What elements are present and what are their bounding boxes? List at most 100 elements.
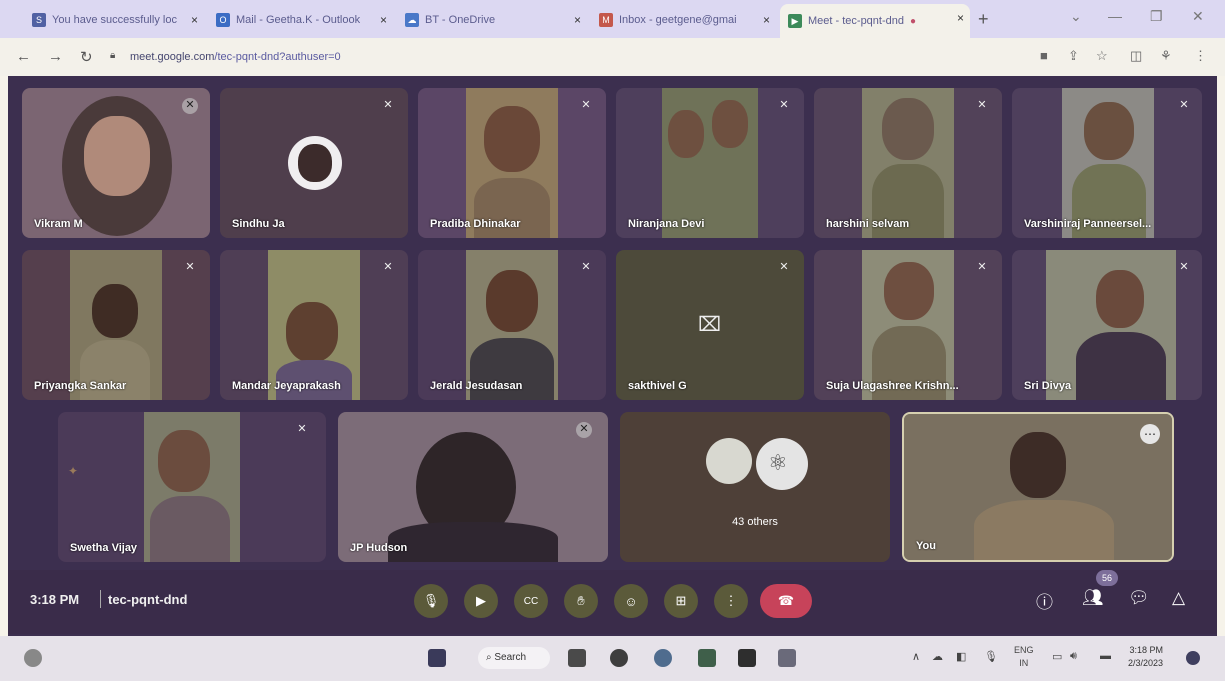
system-clock[interactable]: 3:18 PM 2/3/2023: [1128, 644, 1163, 670]
participant-tile[interactable]: ✕ Jerald Jesudasan: [418, 250, 606, 400]
extensions-icon[interactable]: ⚘: [1160, 48, 1172, 64]
participant-tile[interactable]: ✕ JP Hudson: [338, 412, 608, 562]
participant-tile[interactable]: ✕ Vikram M: [22, 88, 210, 238]
teams-tray-icon[interactable]: ◧: [956, 650, 966, 663]
emoji-icon[interactable]: ☺: [614, 584, 648, 618]
clock-time: 3:18 PM: [1129, 645, 1164, 655]
participant-tile[interactable]: ✕ Varshiniraj Panneersel...: [1012, 88, 1202, 238]
tab-title: Mail - Geetha.K - Outlook: [236, 14, 361, 26]
camera-icon[interactable]: ▶: [464, 584, 498, 618]
tab-close-icon[interactable]: ×: [191, 13, 198, 27]
tab-onedrive[interactable]: ☁ BT - OneDrive ×: [397, 6, 587, 34]
chat-app-icon[interactable]: [610, 649, 628, 667]
forward-icon[interactable]: →: [48, 48, 63, 65]
muted-mic-icon: ✕: [1179, 99, 1189, 111]
camera-off-icon: ⌧: [698, 314, 722, 336]
participant-tile[interactable]: ✕ Niranjana Devi: [616, 88, 804, 238]
language-indicator[interactable]: ENG IN: [1014, 644, 1034, 670]
search-box[interactable]: ⌕ Search: [478, 647, 550, 669]
word-icon[interactable]: [778, 649, 796, 667]
share-icon[interactable]: ⇪: [1068, 48, 1079, 64]
participant-tile[interactable]: ✕ Suja Ulagashree Krishn...: [814, 250, 1002, 400]
battery-icon[interactable]: ▬: [1100, 650, 1111, 662]
present-screen-icon[interactable]: ⊞: [664, 584, 698, 618]
people-icon[interactable]: 👥︎: [1082, 588, 1104, 608]
lock-icon[interactable]: 🔒︎: [110, 50, 115, 61]
show-hidden-icons-icon[interactable]: ∧: [912, 650, 920, 663]
participant-tile[interactable]: ✕ Priyangka Sankar: [22, 250, 210, 400]
tab-meet[interactable]: ▶ Meet - tec-pqnt-dnd ● ×: [780, 4, 970, 38]
participant-tile[interactable]: ⌧ ✕ sakthivel G: [616, 250, 804, 400]
tab-close-icon[interactable]: ×: [380, 13, 387, 27]
browser-menu-icon[interactable]: ⋮: [1194, 48, 1207, 64]
others-tile[interactable]: ⚛ 43 others: [620, 412, 890, 562]
tab-outlook[interactable]: O Mail - Geetha.K - Outlook ×: [208, 6, 393, 34]
muted-mic-icon: ✕: [779, 99, 789, 111]
participant-tile[interactable]: ✕ Sindhu Ja: [220, 88, 408, 238]
minimize-icon[interactable]: —: [1108, 8, 1122, 24]
leave-call-button[interactable]: ☎: [760, 584, 812, 618]
participant-tile[interactable]: ✕ Sri Divya: [1012, 250, 1202, 400]
participant-tile[interactable]: ✕ harshini selvam: [814, 88, 1002, 238]
participant-body: [974, 500, 1114, 560]
participant-tile[interactable]: ✦ ✕ Swetha Vijay: [58, 412, 326, 562]
maximize-icon[interactable]: ❐: [1150, 8, 1163, 25]
mic-tray-icon[interactable]: 🎙︎: [984, 650, 998, 663]
participant-face: [84, 116, 150, 196]
region-code: IN: [1019, 658, 1029, 668]
tab-login[interactable]: S You have successfully loc ×: [24, 6, 204, 34]
participant-name: Varshiniraj Panneersel...: [1024, 218, 1152, 230]
avatar: [706, 438, 752, 484]
clock-date: 2/3/2023: [1128, 658, 1164, 668]
tab-gmail[interactable]: M Inbox - geetgene@gmai ×: [591, 6, 776, 34]
participant-tile[interactable]: ✕ Pradiba Dhinakar: [418, 88, 606, 238]
start-icon[interactable]: [428, 649, 446, 667]
notification-icon[interactable]: [1186, 651, 1200, 665]
more-options-icon[interactable]: ⋮: [714, 584, 748, 618]
volume-icon[interactable]: 🔊︎: [1070, 650, 1077, 663]
tab-close-icon[interactable]: ×: [957, 11, 964, 25]
meeting-info-icon[interactable]: ⓘ: [1036, 588, 1053, 613]
participant-tile[interactable]: ✕ Mandar Jeyaprakash: [220, 250, 408, 400]
participant-name: Sindhu Ja: [232, 218, 285, 230]
avatar-face: [298, 144, 332, 182]
muted-mic-icon: ✕: [977, 261, 987, 273]
muted-mic-icon: ✕: [1179, 261, 1189, 273]
close-window-icon[interactable]: ✕: [1192, 8, 1204, 25]
chrome-icon[interactable]: [654, 649, 672, 667]
onedrive-tray-icon[interactable]: ☁: [932, 650, 943, 663]
sidebar-icon[interactable]: ◫: [1130, 48, 1142, 64]
camera-permission-icon[interactable]: ■: [1040, 48, 1048, 63]
self-view-tile[interactable]: ⋯ You: [902, 412, 1174, 562]
participant-name: You: [916, 540, 936, 552]
more-options-icon[interactable]: ⋯: [1140, 424, 1160, 444]
muted-mic-icon: ✕: [576, 422, 592, 438]
meet-stage: ✕ Vikram M ✕ Sindhu Ja ✕ Pradiba Dhinaka…: [8, 76, 1217, 636]
network-icon[interactable]: ▭: [1052, 650, 1062, 663]
weather-icon[interactable]: [24, 649, 42, 667]
reload-icon[interactable]: ↻: [80, 48, 93, 66]
tab-close-icon[interactable]: ×: [763, 13, 770, 27]
task-view-icon[interactable]: [568, 649, 586, 667]
divider: [100, 590, 101, 608]
tab-title: Meet - tec-pqnt-dnd: [808, 15, 904, 27]
file-explorer-icon[interactable]: [698, 649, 716, 667]
onedrive-icon: ☁: [405, 13, 419, 27]
new-tab-button[interactable]: +: [978, 9, 989, 30]
tab-search-icon[interactable]: ⌄: [1070, 8, 1082, 25]
login-site-icon: S: [32, 13, 46, 27]
store-icon[interactable]: [738, 649, 756, 667]
muted-mic-icon: ✕: [182, 98, 198, 114]
taskbar: ⌕ Search ∧ ☁ ◧ 🎙︎ ENG IN ▭ 🔊︎ ▬ 3:18 PM …: [0, 636, 1225, 681]
back-icon[interactable]: ←: [16, 48, 31, 65]
mic-icon[interactable]: 🎙︎: [414, 584, 448, 618]
raise-hand-icon[interactable]: ✋︎: [564, 584, 598, 618]
tab-close-icon[interactable]: ×: [574, 13, 581, 27]
participant-name: Jerald Jesudasan: [430, 380, 523, 392]
url-field[interactable]: meet.google.com/tec-pqnt-dnd?authuser=0: [120, 46, 1000, 68]
bookmark-star-icon[interactable]: ☆: [1096, 48, 1108, 64]
activities-icon[interactable]: △: [1172, 588, 1185, 608]
chat-icon[interactable]: 💬︎: [1128, 588, 1150, 608]
captions-icon[interactable]: CC: [514, 584, 548, 618]
participant-face: [1096, 270, 1144, 328]
